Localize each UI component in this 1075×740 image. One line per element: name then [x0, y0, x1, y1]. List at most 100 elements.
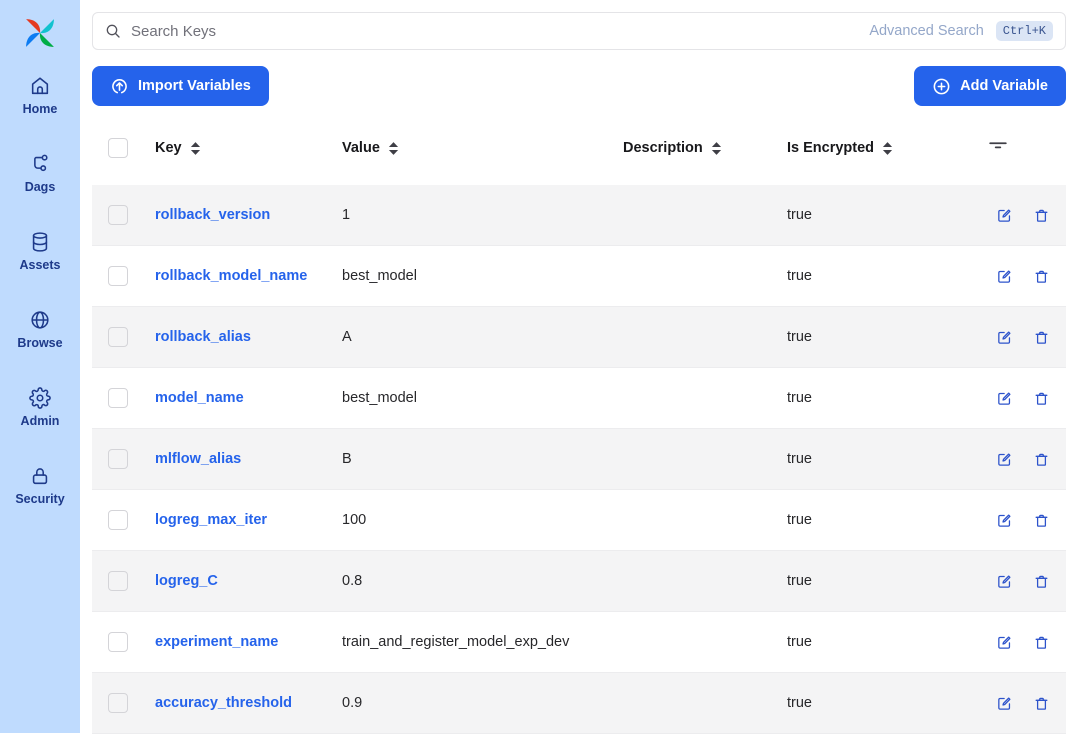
- header-key-label: Key: [155, 140, 182, 156]
- row-key-link[interactable]: model_name: [155, 390, 244, 406]
- sort-icon[interactable]: [882, 142, 893, 155]
- row-encrypted: true: [787, 390, 812, 406]
- row-checkbox[interactable]: [108, 571, 128, 591]
- row-value: 100: [342, 512, 366, 528]
- row-actions: [972, 512, 1066, 529]
- header-key[interactable]: Key: [140, 140, 327, 156]
- delete-icon[interactable]: [1033, 390, 1050, 407]
- row-checkbox[interactable]: [108, 632, 128, 652]
- row-checkbox-cell: [92, 205, 140, 225]
- import-variables-button[interactable]: Import Variables: [92, 66, 269, 106]
- row-key-cell: rollback_version: [140, 207, 327, 223]
- advanced-search-link[interactable]: Advanced Search: [869, 23, 983, 39]
- row-key-cell: rollback_alias: [140, 329, 327, 345]
- airflow-logo: [19, 12, 61, 54]
- delete-icon[interactable]: [1033, 207, 1050, 224]
- assets-icon: [29, 231, 51, 253]
- edit-icon[interactable]: [996, 573, 1013, 590]
- row-checkbox[interactable]: [108, 693, 128, 713]
- row-key-link[interactable]: logreg_max_iter: [155, 512, 267, 528]
- row-checkbox-cell: [92, 693, 140, 713]
- filter-icon[interactable]: [987, 135, 1009, 157]
- security-icon: [29, 465, 51, 487]
- sort-icon[interactable]: [711, 142, 722, 155]
- edit-icon[interactable]: [996, 207, 1013, 224]
- edit-icon[interactable]: [996, 512, 1013, 529]
- header-filter-cell: [972, 135, 1066, 161]
- row-encrypted-cell: true: [772, 512, 972, 528]
- add-variable-button[interactable]: Add Variable: [914, 66, 1066, 106]
- add-variable-label: Add Variable: [960, 78, 1048, 94]
- row-checkbox[interactable]: [108, 510, 128, 530]
- edit-icon[interactable]: [996, 329, 1013, 346]
- delete-icon[interactable]: [1033, 573, 1050, 590]
- sidebar: Home Dags Assets: [0, 0, 80, 733]
- delete-icon[interactable]: [1033, 329, 1050, 346]
- search-icon: [105, 23, 121, 39]
- row-actions: [972, 390, 1066, 407]
- header-description[interactable]: Description: [608, 140, 772, 156]
- row-encrypted: true: [787, 268, 812, 284]
- row-checkbox[interactable]: [108, 327, 128, 347]
- row-key-link[interactable]: rollback_version: [155, 207, 270, 223]
- row-checkbox[interactable]: [108, 266, 128, 286]
- upload-icon: [110, 77, 129, 96]
- sidebar-item-assets[interactable]: Assets: [20, 231, 61, 272]
- row-checkbox-cell: [92, 266, 140, 286]
- sidebar-item-admin[interactable]: Admin: [21, 387, 60, 428]
- row-key-link[interactable]: logreg_C: [155, 573, 218, 589]
- row-value: A: [342, 329, 352, 345]
- row-actions: [972, 573, 1066, 590]
- browse-icon: [29, 309, 51, 331]
- row-checkbox-cell: [92, 449, 140, 469]
- row-value: train_and_register_model_exp_dev: [342, 634, 569, 650]
- sidebar-item-dags[interactable]: Dags: [25, 153, 56, 194]
- sidebar-item-browse[interactable]: Browse: [17, 309, 62, 350]
- sidebar-item-label: Dags: [25, 180, 56, 194]
- sidebar-item-home[interactable]: Home: [23, 75, 58, 116]
- delete-icon[interactable]: [1033, 451, 1050, 468]
- row-value-cell: best_model: [327, 390, 608, 406]
- header-value[interactable]: Value: [327, 140, 608, 156]
- row-checkbox[interactable]: [108, 449, 128, 469]
- search-input[interactable]: [131, 23, 869, 40]
- header-is-encrypted[interactable]: Is Encrypted: [772, 140, 972, 156]
- row-encrypted-cell: true: [772, 268, 972, 284]
- delete-icon[interactable]: [1033, 634, 1050, 651]
- row-checkbox[interactable]: [108, 205, 128, 225]
- row-value-cell: 100: [327, 512, 608, 528]
- select-all-checkbox[interactable]: [108, 138, 128, 158]
- row-key-link[interactable]: mlflow_alias: [155, 451, 241, 467]
- row-checkbox-cell: [92, 510, 140, 530]
- sort-icon[interactable]: [190, 142, 201, 155]
- edit-icon[interactable]: [996, 268, 1013, 285]
- row-key-link[interactable]: rollback_model_name: [155, 268, 307, 284]
- row-key-link[interactable]: accuracy_threshold: [155, 695, 292, 711]
- table-header: Key Value Description Is Encrypted: [92, 128, 1066, 168]
- row-actions: [972, 451, 1066, 468]
- row-actions: [972, 207, 1066, 224]
- row-key-link[interactable]: rollback_alias: [155, 329, 251, 345]
- edit-icon[interactable]: [996, 695, 1013, 712]
- table-row: logreg_max_iter 100 true: [92, 490, 1066, 551]
- row-value-cell: A: [327, 329, 608, 345]
- row-encrypted: true: [787, 329, 812, 345]
- row-value-cell: B: [327, 451, 608, 467]
- row-encrypted-cell: true: [772, 573, 972, 589]
- edit-icon[interactable]: [996, 634, 1013, 651]
- row-encrypted-cell: true: [772, 329, 972, 345]
- row-value-cell: best_model: [327, 268, 608, 284]
- admin-icon: [29, 387, 51, 409]
- edit-icon[interactable]: [996, 390, 1013, 407]
- sort-icon[interactable]: [388, 142, 399, 155]
- sidebar-item-security[interactable]: Security: [15, 465, 64, 506]
- sidebar-item-label: Home: [23, 102, 58, 116]
- row-key-cell: logreg_max_iter: [140, 512, 327, 528]
- row-key-link[interactable]: experiment_name: [155, 634, 278, 650]
- delete-icon[interactable]: [1033, 512, 1050, 529]
- header-value-label: Value: [342, 140, 380, 156]
- delete-icon[interactable]: [1033, 695, 1050, 712]
- edit-icon[interactable]: [996, 451, 1013, 468]
- row-checkbox[interactable]: [108, 388, 128, 408]
- delete-icon[interactable]: [1033, 268, 1050, 285]
